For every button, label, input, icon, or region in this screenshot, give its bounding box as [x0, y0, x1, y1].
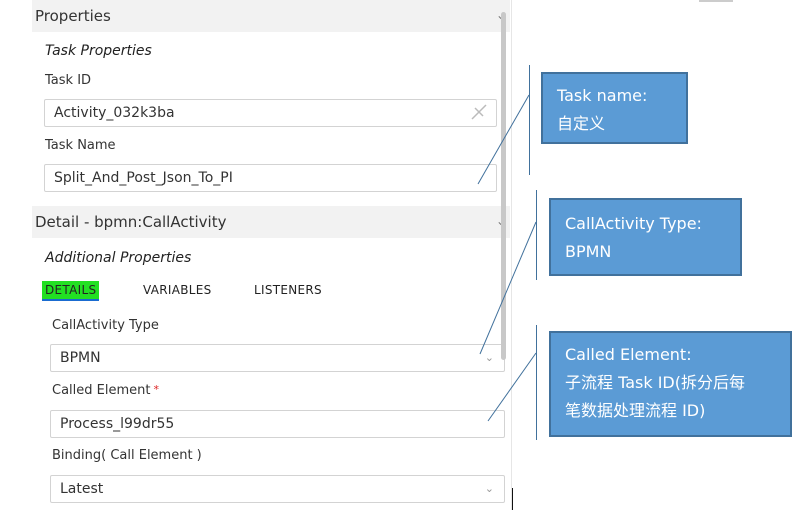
called-element-label: Called Element * [52, 383, 159, 398]
callout-text: 自定义 [557, 114, 606, 133]
task-id-value: Activity_032k3ba [54, 105, 175, 121]
text-cursor [512, 488, 513, 510]
tab-listeners[interactable]: LISTENERS [254, 283, 322, 297]
binding-value: Latest [60, 481, 104, 497]
top-edge-mark [699, 0, 733, 2]
binding-label: Binding( Call Element ) [52, 448, 202, 463]
task-id-field[interactable]: Activity_032k3ba [44, 99, 497, 127]
properties-header-title: Properties [35, 7, 111, 25]
call-activity-type-value: BPMN [60, 350, 101, 366]
callout-call-activity-type: CallActivity Type: BPMN [549, 198, 742, 276]
properties-panel: Properties ⌄ Task Properties Task ID Act… [32, 0, 512, 510]
callout-called-element: Called Element: 子流程 Task ID(拆分后每 笔数据处理流程… [549, 331, 792, 437]
callout-bracket-1 [529, 65, 530, 175]
task-id-label: Task ID [45, 73, 92, 88]
call-activity-type-select[interactable]: BPMN ⌄ [50, 344, 505, 372]
callout-text: 笔数据处理流程 ID) [565, 401, 706, 420]
scrollbar[interactable] [501, 12, 506, 360]
task-name-label: Task Name [45, 138, 116, 153]
callout-text: 子流程 Task ID(拆分后每 [565, 373, 745, 392]
callout-text: Task name: [557, 86, 648, 105]
detail-section-header[interactable]: Detail - bpmn:CallActivity ⌄ [32, 206, 510, 238]
chevron-down-icon: ⌄ [484, 482, 494, 495]
chevron-down-icon: ⌄ [484, 351, 494, 364]
clear-field-icon[interactable] [470, 103, 488, 121]
call-activity-type-label: CallActivity Type [52, 318, 159, 333]
callout-bracket-3 [536, 325, 537, 440]
task-name-field[interactable]: Split_And_Post_Json_To_PI [44, 164, 497, 192]
called-element-label-text: Called Element [52, 383, 151, 398]
task-name-value: Split_And_Post_Json_To_PI [54, 170, 233, 186]
callout-text: CallActivity Type: [565, 214, 702, 233]
tab-details[interactable]: DETAILS [42, 281, 100, 301]
properties-section-header[interactable]: Properties ⌄ [32, 0, 510, 32]
called-element-value: Process_l99dr55 [60, 416, 175, 432]
called-element-field[interactable]: Process_l99dr55 [50, 410, 505, 438]
callout-text: Called Element: [565, 345, 692, 364]
callout-bracket-2 [536, 190, 537, 280]
callout-task-name: Task name: 自定义 [541, 72, 688, 144]
additional-properties-title: Additional Properties [45, 250, 192, 266]
binding-select[interactable]: Latest ⌄ [50, 475, 505, 503]
required-mark: * [153, 383, 159, 396]
tab-variables[interactable]: VARIABLES [143, 283, 212, 297]
callout-text: BPMN [565, 242, 612, 261]
task-properties-title: Task Properties [45, 43, 152, 59]
detail-header-title: Detail - bpmn:CallActivity [35, 213, 227, 231]
panel-divider [511, 0, 512, 510]
